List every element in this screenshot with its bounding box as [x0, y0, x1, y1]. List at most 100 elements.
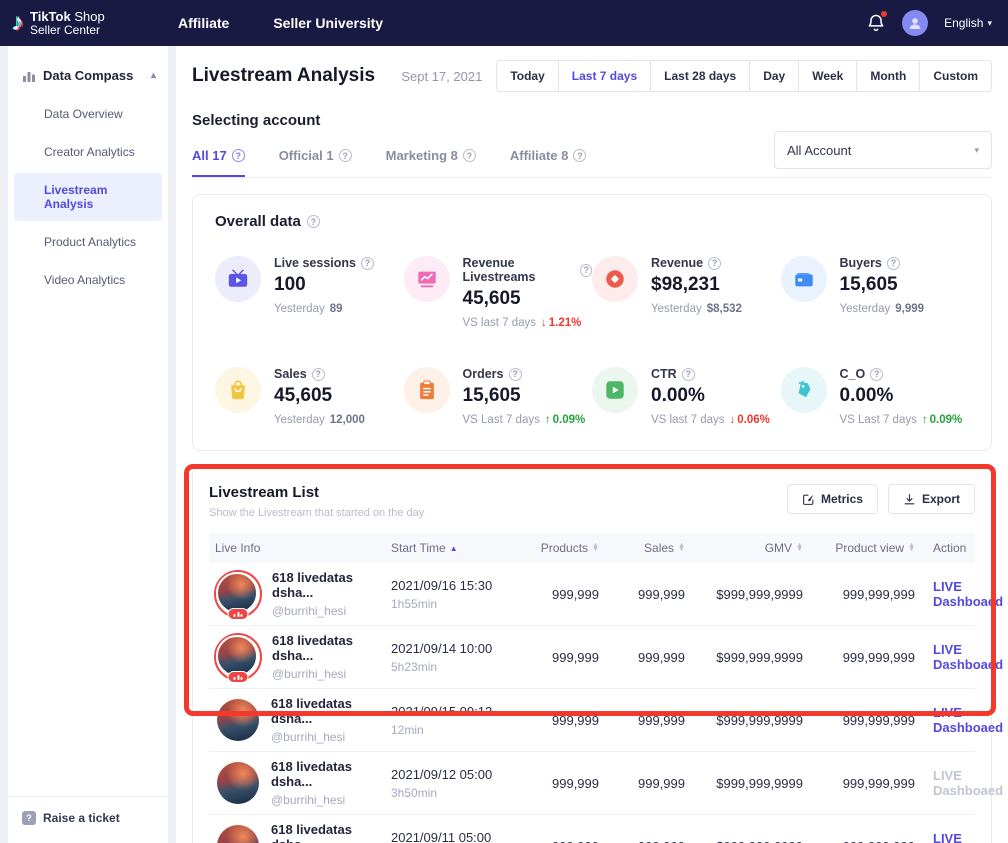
account-dropdown-value: All Account	[787, 143, 851, 158]
streamer-handle: @burrihi_hesi	[272, 604, 391, 618]
stat-value: 15,605	[840, 274, 925, 296]
topbar: ♪ TikTok Shop Seller Center Affiliate Se…	[0, 0, 1008, 46]
avatar-image	[217, 699, 259, 741]
help-icon[interactable]: ?	[307, 215, 320, 228]
stat-label: Live sessions	[274, 256, 356, 270]
tiktok-shop-logo[interactable]: ♪ TikTok Shop Seller Center	[0, 10, 168, 36]
delta-up: ↑0.09%	[922, 414, 962, 426]
col-gmv[interactable]: GMV▲▼	[685, 541, 803, 555]
account-dropdown[interactable]: All Account ▾	[774, 131, 992, 169]
range-custom-button[interactable]: Custom	[919, 60, 992, 92]
live-tv-icon	[215, 256, 261, 302]
stat-label: Buyers	[840, 256, 882, 270]
range-today-button[interactable]: Today	[496, 60, 558, 92]
raise-ticket-label: Raise a ticket	[43, 811, 120, 825]
streamer-avatar[interactable]	[215, 823, 261, 843]
delta-down: ↓1.21%	[541, 317, 581, 329]
stat-label: Revenue	[651, 256, 703, 270]
language-selector[interactable]: English ▾	[944, 16, 992, 30]
help-icon[interactable]: ?	[887, 257, 900, 270]
range-month-button[interactable]: Month	[856, 60, 920, 92]
stat-sub-label: Yesterday	[274, 303, 325, 315]
col-sales[interactable]: Sales▲▼	[599, 541, 685, 555]
tab-marketing[interactable]: Marketing 8 ?	[386, 148, 476, 177]
live-dashboard-link[interactable]: LIVE Dashboaed	[933, 831, 1003, 843]
question-icon: ?	[22, 811, 36, 825]
stat-sub-label: VS last 7 days	[651, 414, 725, 426]
play-square-icon	[592, 367, 638, 413]
live-dashboard-link[interactable]: LIVE Dashboaed	[933, 705, 1003, 735]
help-icon[interactable]: ?	[870, 368, 883, 381]
products-value: 999,999	[513, 776, 599, 791]
help-icon[interactable]: ?	[708, 257, 721, 270]
sidebar-item-livestream-analysis[interactable]: Livestream Analysis	[14, 173, 162, 221]
col-action: Action	[915, 541, 969, 555]
delta-up: ↑0.09%	[545, 414, 585, 426]
notification-dot	[881, 11, 887, 17]
live-dashboard-link[interactable]: LIVE Dashboaed	[933, 579, 1003, 609]
live-badge-icon	[228, 608, 249, 620]
product-view-value: 999,999,999	[803, 713, 915, 728]
chevron-up-icon: ▴	[151, 70, 156, 81]
page-header: Livestream Analysis Sept 17, 2021 Today …	[192, 46, 992, 104]
start-time: 2021/09/14 10:00	[391, 641, 513, 656]
logo-text: TikTok Shop Seller Center	[30, 10, 105, 36]
streamer-avatar-live[interactable]	[214, 633, 262, 681]
sidebar: Data Compass ▴ Data Overview Creator Ana…	[8, 46, 168, 843]
help-icon[interactable]: ?	[339, 149, 352, 162]
livestream-list-subtitle: Show the Livestream that started on the …	[209, 507, 424, 519]
tab-affiliate[interactable]: Affiliate 8 ?	[510, 148, 587, 177]
sidebar-item-data-overview[interactable]: Data Overview	[14, 97, 162, 131]
live-dashboard-link[interactable]: LIVE Dashboaed	[933, 642, 1003, 672]
sidebar-item-creator-analytics[interactable]: Creator Analytics	[14, 135, 162, 169]
range-week-button[interactable]: Week	[798, 60, 857, 92]
help-icon[interactable]: ?	[463, 149, 476, 162]
nav-affiliate[interactable]: Affiliate	[178, 15, 229, 31]
metrics-button-label: Metrics	[821, 492, 863, 506]
help-icon[interactable]: ?	[361, 257, 374, 270]
col-products[interactable]: Products▲▼	[513, 541, 599, 555]
metrics-button[interactable]: Metrics	[787, 484, 878, 514]
help-icon[interactable]: ?	[682, 368, 695, 381]
product-view-value: 999,999,999	[803, 587, 915, 602]
product-view-value: 999,999,999	[803, 776, 915, 791]
help-icon[interactable]: ?	[232, 149, 245, 162]
user-avatar[interactable]	[902, 10, 928, 36]
sales-value: 999,999	[599, 713, 685, 728]
top-navigation: Affiliate Seller University	[178, 15, 383, 31]
logo-title-rest: Shop	[71, 9, 105, 24]
streamer-avatar-live[interactable]	[214, 570, 262, 618]
stat-orders: Orders? 15,605 VS Last 7 days ↑0.09%	[404, 367, 593, 426]
help-icon[interactable]: ?	[573, 149, 586, 162]
gmv-value: $999,999,9999	[685, 650, 803, 665]
raise-ticket[interactable]: ? Raise a ticket	[8, 796, 168, 843]
tab-all[interactable]: All 17 ?	[192, 148, 245, 177]
range-last7-button[interactable]: Last 7 days	[558, 60, 651, 92]
help-icon[interactable]: ?	[509, 368, 522, 381]
streamer-avatar[interactable]	[215, 697, 261, 743]
notification-bell-icon[interactable]	[866, 13, 886, 33]
help-icon[interactable]: ?	[312, 368, 325, 381]
range-last28-button[interactable]: Last 28 days	[650, 60, 750, 92]
date-range-buttons: Today Last 7 days Last 28 days Day Week …	[496, 60, 992, 92]
duration: 5h23min	[391, 660, 513, 674]
main-content: Livestream Analysis Sept 17, 2021 Today …	[176, 46, 1008, 843]
language-label: English	[944, 16, 983, 30]
sidebar-item-video-analytics[interactable]: Video Analytics	[14, 263, 162, 297]
stat-revenue: Revenue? $98,231 Yesterday$8,532	[592, 256, 781, 329]
sidebar-group-data-compass[interactable]: Data Compass ▴	[8, 68, 168, 83]
range-day-button[interactable]: Day	[749, 60, 799, 92]
table-row: 618 livedatas dsha... @burrihi_hesi 2021…	[209, 752, 975, 815]
help-icon[interactable]: ?	[580, 264, 592, 277]
export-button[interactable]: Export	[888, 484, 975, 514]
nav-seller-university[interactable]: Seller University	[273, 15, 383, 31]
stat-value: 100	[274, 274, 374, 296]
sidebar-item-product-analytics[interactable]: Product Analytics	[14, 225, 162, 259]
col-product-view[interactable]: Product view▲▼	[803, 541, 915, 555]
stat-value: $98,231	[651, 274, 742, 296]
streamer-avatar[interactable]	[215, 760, 261, 806]
streamer-handle: @burrihi_hesi	[272, 667, 391, 681]
col-start-time[interactable]: Start Time▲	[391, 541, 513, 555]
gmv-value: $999,999,9999	[685, 776, 803, 791]
tab-official[interactable]: Official 1 ?	[279, 148, 352, 177]
